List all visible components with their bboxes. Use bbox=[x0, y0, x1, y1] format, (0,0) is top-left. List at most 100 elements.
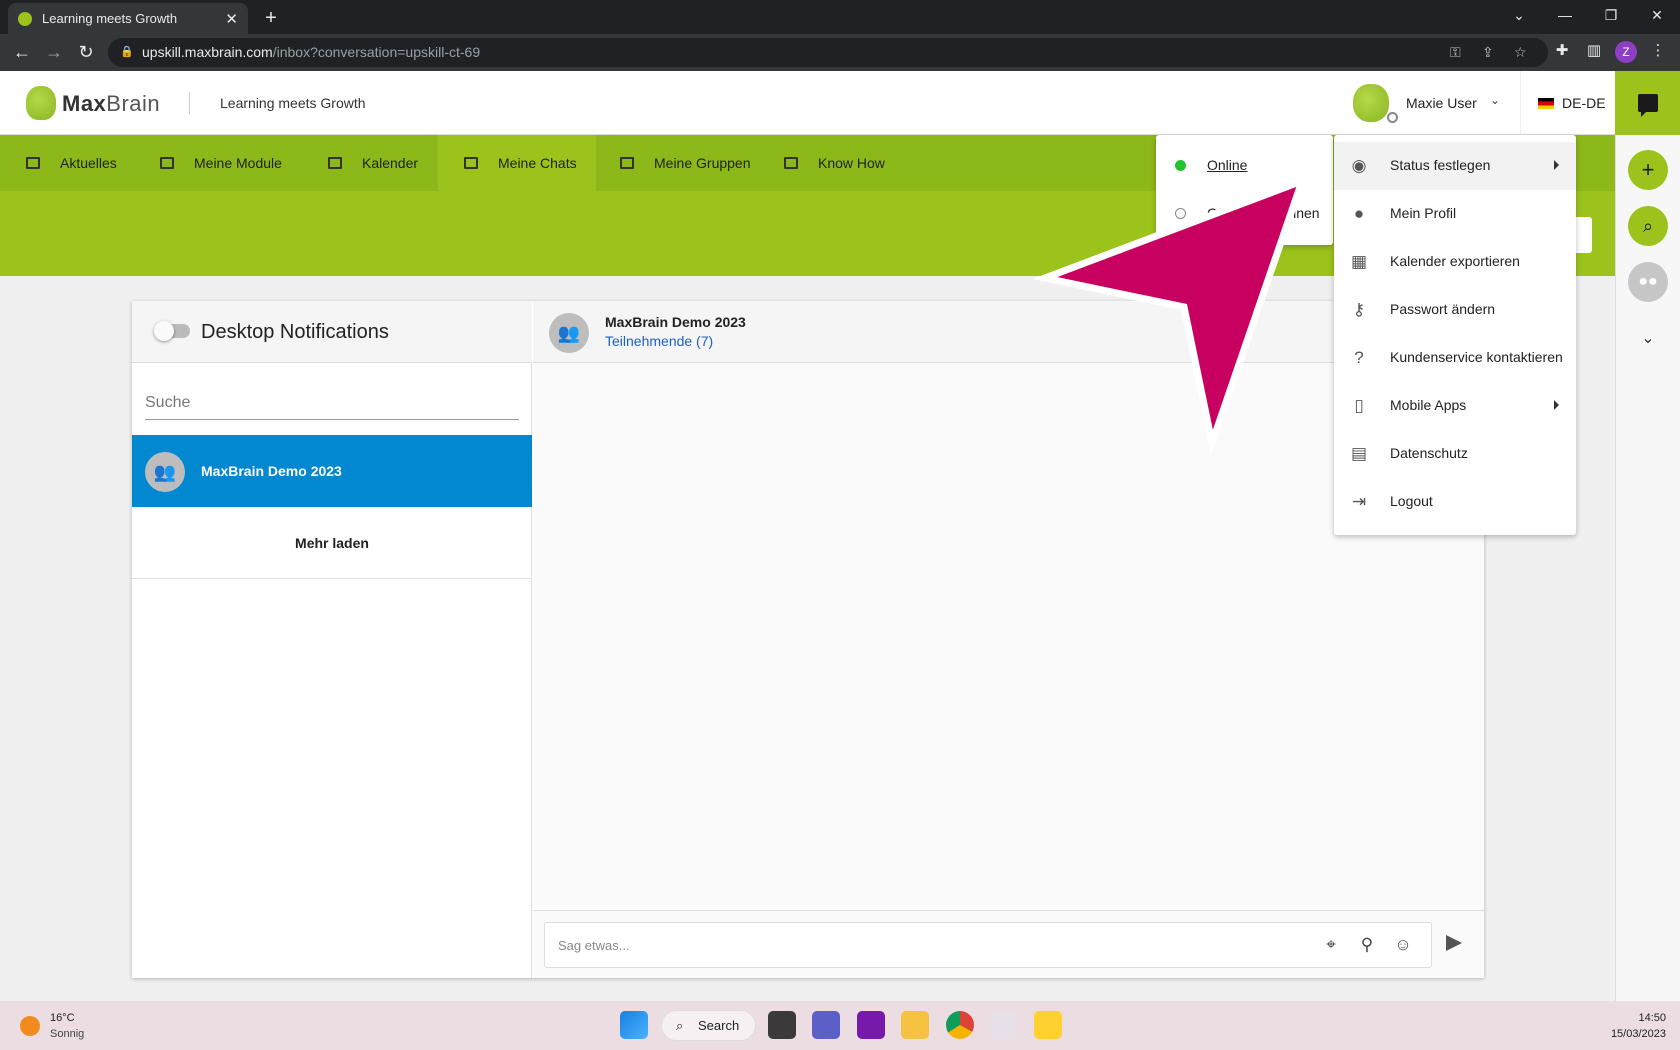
slack-icon[interactable] bbox=[990, 1011, 1018, 1039]
status-online-option[interactable]: Online bbox=[1156, 142, 1333, 188]
app-header: MaxBrain Learning meets Growth Maxie Use… bbox=[0, 71, 1615, 135]
menu-label: Kalender exportieren bbox=[1390, 253, 1520, 269]
extensions-icon[interactable]: ✚ bbox=[1552, 41, 1572, 61]
nav-meine-module[interactable]: Meine Module bbox=[160, 135, 310, 191]
taskbar-search-label: Search bbox=[698, 1018, 740, 1033]
desktop-notifications-toggle[interactable] bbox=[154, 321, 190, 341]
german-flag-icon[interactable] bbox=[1538, 98, 1554, 109]
send-icon[interactable] bbox=[1446, 935, 1462, 951]
status-submenu: Online Offline erscheinen bbox=[1156, 135, 1333, 245]
calendar-icon: ▦ bbox=[1350, 252, 1368, 271]
taskbar-time[interactable]: 14:50 bbox=[1602, 1012, 1666, 1024]
logo-wordmark[interactable]: MaxBrain bbox=[62, 91, 160, 117]
participants-link[interactable]: Teilnehmende (7) bbox=[605, 333, 713, 349]
logo-brain: Brain bbox=[106, 91, 161, 116]
password-key-icon[interactable]: ⚿ bbox=[1450, 38, 1461, 67]
chevron-down-icon[interactable]: ⌄ bbox=[1628, 318, 1668, 358]
close-window-icon[interactable]: ✕ bbox=[1634, 0, 1680, 30]
close-tab-icon[interactable]: ✕ bbox=[225, 10, 238, 28]
onenote-icon[interactable] bbox=[857, 1011, 885, 1039]
nav-meine-gruppen[interactable]: Meine Gruppen bbox=[620, 135, 770, 191]
bookmark-star-icon[interactable]: ☆ bbox=[1514, 38, 1527, 67]
browser-profile-avatar[interactable]: Z bbox=[1615, 41, 1637, 63]
offline-dot-icon bbox=[1175, 208, 1186, 219]
address-bar[interactable]: 🔒 upskill.maxbrain.com/inbox?conversatio… bbox=[108, 38, 1548, 67]
search-icon[interactable]: ⌕ bbox=[1628, 206, 1668, 246]
sun-icon[interactable] bbox=[20, 1016, 40, 1036]
nav-label: Aktuelles bbox=[60, 155, 117, 171]
menu-passwort-aendern[interactable]: ⚷ Passwort ändern bbox=[1334, 286, 1576, 334]
search-input[interactable] bbox=[145, 386, 519, 419]
reload-icon[interactable]: ↻ bbox=[74, 40, 98, 64]
menu-logout[interactable]: ⇥ Logout bbox=[1334, 478, 1576, 526]
chevron-down-icon[interactable]: ⌄ bbox=[1490, 93, 1500, 107]
menu-label: Datenschutz bbox=[1390, 445, 1468, 461]
notifications-title: Desktop Notifications bbox=[201, 321, 389, 343]
file-explorer-icon[interactable] bbox=[901, 1011, 929, 1039]
side-panel-icon[interactable]: ▥ bbox=[1584, 41, 1604, 61]
chrome-icon[interactable] bbox=[946, 1011, 974, 1039]
user-dropdown-menu: ◉ Status festlegen ● Mein Profil ▦ Kalen… bbox=[1334, 135, 1576, 535]
nav-aktuelles[interactable]: Aktuelles bbox=[0, 135, 142, 191]
task-view-icon[interactable] bbox=[768, 1011, 796, 1039]
new-tab-icon[interactable]: + bbox=[258, 5, 284, 31]
nav-know-how[interactable]: Know How bbox=[784, 135, 904, 191]
teams-icon[interactable] bbox=[812, 1011, 840, 1039]
miro-icon[interactable] bbox=[1034, 1011, 1062, 1039]
windows-start-icon[interactable] bbox=[620, 1011, 648, 1039]
status-offline-option[interactable]: Offline erscheinen bbox=[1156, 190, 1333, 236]
browser-tab[interactable]: Learning meets Growth ✕ bbox=[8, 3, 248, 34]
menu-label: Passwort ändern bbox=[1390, 301, 1496, 317]
conversation-search bbox=[145, 386, 519, 420]
language-selector[interactable]: DE-DE bbox=[1562, 95, 1606, 111]
minimize-icon[interactable]: — bbox=[1542, 0, 1588, 30]
tagline: Learning meets Growth bbox=[220, 95, 366, 111]
forward-icon[interactable]: → bbox=[42, 40, 66, 64]
key-icon: ⚷ bbox=[1352, 300, 1366, 319]
help-chat-icon: ? bbox=[1354, 348, 1364, 367]
notifications-header: Desktop Notifications bbox=[132, 301, 532, 363]
message-input[interactable] bbox=[558, 923, 1258, 967]
attachment-icon[interactable]: ⚲ bbox=[1356, 934, 1378, 956]
privacy-file-icon: ▤ bbox=[1350, 444, 1368, 463]
calendar-icon bbox=[328, 157, 342, 169]
load-more-button[interactable]: Mehr laden bbox=[132, 507, 532, 579]
add-icon[interactable]: + bbox=[1628, 150, 1668, 190]
message-composer: ⌖ ⚲ ☺ bbox=[533, 910, 1484, 978]
tab-search-icon[interactable]: ⌄ bbox=[1496, 0, 1542, 30]
menu-mobile-apps[interactable]: ▯ Mobile Apps bbox=[1334, 382, 1576, 430]
menu-kalender-exportieren[interactable]: ▦ Kalender exportieren bbox=[1334, 238, 1576, 286]
nav-kalender[interactable]: Kalender bbox=[328, 135, 428, 191]
user-avatar[interactable] bbox=[1353, 84, 1389, 122]
menu-status-festlegen[interactable]: ◉ Status festlegen bbox=[1334, 142, 1576, 190]
taskbar-search[interactable]: ⌕ Search bbox=[661, 1010, 756, 1041]
menu-datenschutz[interactable]: ▤ Datenschutz bbox=[1334, 430, 1576, 478]
user-name[interactable]: Maxie User bbox=[1406, 95, 1477, 111]
search-icon: ⌕ bbox=[676, 1018, 684, 1033]
weather-description[interactable]: Sonnig bbox=[50, 1028, 84, 1040]
browser-menu-icon[interactable]: ⋮ bbox=[1648, 41, 1668, 61]
location-icon[interactable]: ⌖ bbox=[1320, 934, 1342, 956]
nav-label: Meine Chats bbox=[498, 155, 577, 171]
menu-kundenservice[interactable]: ? Kundenservice kontaktieren bbox=[1334, 334, 1576, 382]
menu-mein-profil[interactable]: ● Mein Profil bbox=[1334, 190, 1576, 238]
emoji-icon[interactable]: ☺ bbox=[1392, 934, 1414, 956]
restore-icon[interactable]: ❐ bbox=[1588, 0, 1634, 30]
taskbar-date[interactable]: 15/03/2023 bbox=[1592, 1028, 1666, 1040]
chat-panel-button[interactable] bbox=[1615, 71, 1680, 135]
submenu-arrow-icon bbox=[1554, 400, 1559, 410]
groups-icon[interactable]: ●● bbox=[1628, 262, 1668, 302]
inbox-icon bbox=[464, 157, 478, 169]
nav-meine-chats[interactable]: Meine Chats bbox=[438, 135, 596, 191]
maxbrain-logo-icon[interactable] bbox=[26, 86, 56, 120]
conversation-item[interactable]: 👥 MaxBrain Demo 2023 bbox=[132, 435, 532, 507]
chat-card: Desktop Notifications 👥 MaxBrain Demo 20… bbox=[132, 301, 1484, 978]
nav-label: Kalender bbox=[362, 155, 419, 171]
weather-temperature[interactable]: 16°C bbox=[50, 1012, 75, 1024]
url-path: /inbox?conversation=upskill-ct-69 bbox=[272, 44, 481, 60]
account-icon: ● bbox=[1353, 204, 1365, 223]
back-icon[interactable]: ← bbox=[10, 40, 34, 64]
tab-title: Learning meets Growth bbox=[42, 11, 178, 26]
share-icon[interactable]: ⇪ bbox=[1482, 38, 1494, 67]
url-host: upskill.maxbrain.com bbox=[142, 44, 273, 60]
